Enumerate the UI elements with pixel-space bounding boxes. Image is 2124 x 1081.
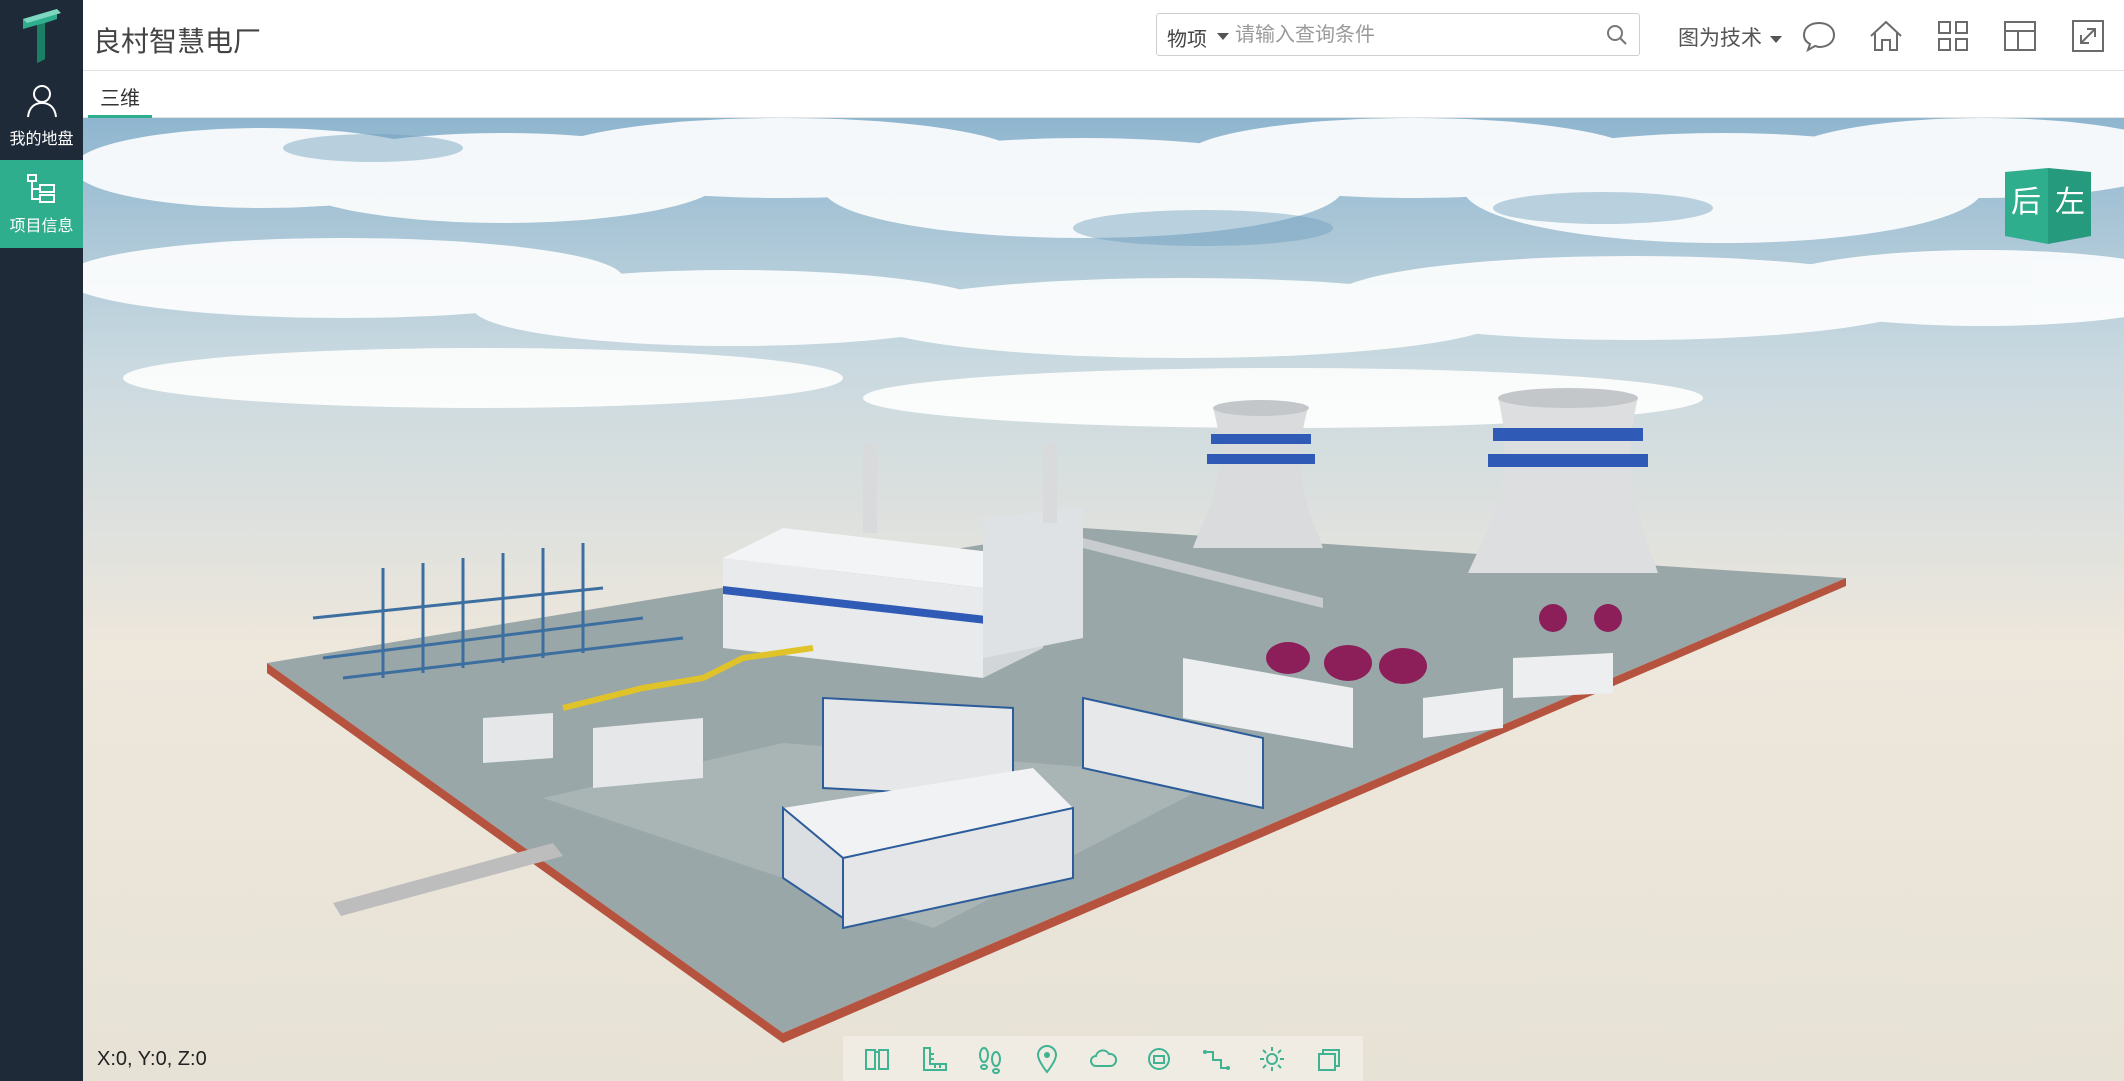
tab-3d[interactable]: 三维 — [88, 72, 152, 118]
tab-bar: 三维 — [83, 72, 2124, 118]
sidebar-item-my-site[interactable]: 我的地盘 — [0, 72, 83, 160]
chevron-down-icon[interactable] — [1217, 33, 1229, 40]
camera-rotate-icon[interactable] — [1142, 1042, 1176, 1076]
grid-icon[interactable] — [1935, 18, 1971, 54]
book-icon[interactable] — [860, 1042, 894, 1076]
location-pin-icon[interactable] — [1030, 1042, 1064, 1076]
chat-icon[interactable] — [1801, 18, 1837, 54]
sidebar-item-project-info[interactable]: 项目信息 — [0, 160, 83, 248]
cloud-icon[interactable] — [1086, 1042, 1120, 1076]
chevron-down-icon — [1770, 35, 1782, 43]
fullscreen-icon[interactable] — [2070, 18, 2106, 54]
ruler-icon[interactable] — [917, 1042, 951, 1076]
compass-left-label: 左 — [2055, 185, 2085, 220]
coordinate-readout: X:0, Y:0, Z:0 — [97, 1048, 207, 1070]
tech-dropdown[interactable]: 图为技术 — [1678, 22, 1782, 52]
sidebar-item-label: 项目信息 — [9, 218, 74, 235]
left-sidebar: 我的地盘 项目信息 — [0, 0, 83, 1081]
compass-back-label: 后 — [2011, 185, 2041, 220]
layers-icon[interactable] — [1312, 1042, 1346, 1076]
gear-icon[interactable] — [1255, 1042, 1289, 1076]
search-category-select[interactable]: 物项 — [1167, 23, 1207, 52]
path-icon[interactable] — [1199, 1042, 1233, 1076]
sidebar-item-label: 我的地盘 — [9, 131, 74, 148]
search-input[interactable] — [1235, 20, 1595, 50]
tree-structure-icon — [26, 174, 55, 203]
footprints-icon[interactable] — [973, 1042, 1007, 1076]
search-icon[interactable] — [1605, 23, 1629, 47]
3d-viewport[interactable]: 后 左 X:0, Y:0, Z:0 — [83, 118, 2124, 1081]
top-header: 良村智慧电厂 物项 图为技术 — [83, 0, 2124, 71]
orientation-cube[interactable]: 后 左 — [2005, 168, 2091, 244]
chimney-left — [863, 443, 877, 533]
search-box: 物项 — [1156, 13, 1640, 56]
chimney-right — [1043, 443, 1057, 523]
power-plant-3d-model[interactable] — [83, 118, 2124, 1081]
tech-label: 图为技术 — [1678, 27, 1762, 50]
layout-icon[interactable] — [2002, 18, 2038, 54]
app-logo[interactable] — [0, 0, 83, 70]
page-title: 良村智慧电厂 — [93, 26, 262, 57]
viewport-toolbar — [843, 1036, 1363, 1081]
home-icon[interactable] — [1868, 18, 1904, 54]
user-icon — [26, 85, 57, 118]
logo-icon — [22, 9, 61, 63]
sky-clouds — [83, 118, 2124, 428]
access-road — [333, 843, 563, 916]
